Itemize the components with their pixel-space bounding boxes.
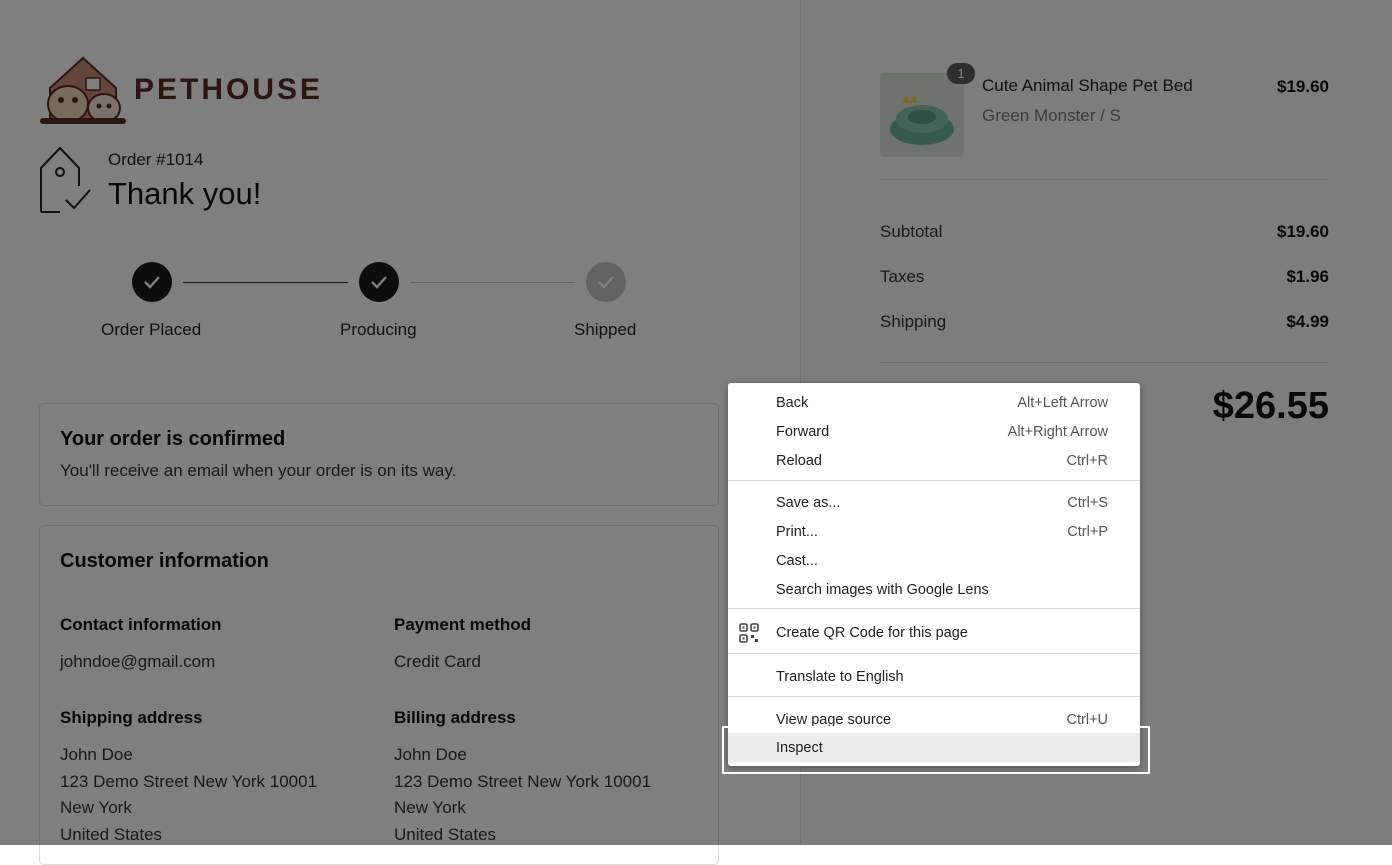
menu-item-inspect[interactable]: Inspect <box>728 733 1140 762</box>
menu-item-label: View page source <box>776 711 892 728</box>
menu-item-label: Translate to English <box>776 668 904 685</box>
menu-item-translate[interactable]: Translate to English <box>728 662 1140 691</box>
menu-item-print[interactable]: Print... Ctrl+P <box>728 517 1140 546</box>
menu-item-label: Create QR Code for this page <box>776 624 968 641</box>
menu-item-label: Reload <box>776 452 822 469</box>
qr-code-icon <box>739 622 759 643</box>
menu-item-label: Save as... <box>776 494 841 511</box>
menu-item-save-as[interactable]: Save as... Ctrl+S <box>728 488 1140 517</box>
menu-item-label: Back <box>776 394 809 411</box>
menu-item-label: Cast... <box>776 552 818 569</box>
menu-separator <box>728 608 1140 609</box>
menu-separator <box>728 480 1140 481</box>
menu-item-back[interactable]: Back Alt+Left Arrow <box>728 388 1140 417</box>
menu-item-shortcut: Alt+Right Arrow <box>1007 423 1108 440</box>
menu-item-shortcut: Alt+Left Arrow <box>1017 394 1108 411</box>
menu-item-view-page-source[interactable]: View page source Ctrl+U <box>728 705 1140 734</box>
browser-context-menu: Back Alt+Left Arrow Forward Alt+Right Ar… <box>728 383 1140 766</box>
menu-item-shortcut: Ctrl+P <box>1067 523 1108 540</box>
menu-item-shortcut: Ctrl+U <box>1066 711 1109 728</box>
menu-separator <box>728 696 1140 697</box>
menu-item-shortcut: Ctrl+R <box>1066 452 1109 469</box>
menu-separator <box>728 653 1140 654</box>
menu-item-label: Search images with Google Lens <box>776 581 989 598</box>
menu-item-google-lens[interactable]: Search images with Google Lens <box>728 575 1140 604</box>
menu-item-cast[interactable]: Cast... <box>728 546 1140 575</box>
menu-item-forward[interactable]: Forward Alt+Right Arrow <box>728 417 1140 446</box>
menu-item-label: Forward <box>776 423 830 440</box>
menu-item-create-qr-code[interactable]: Create QR Code for this page <box>728 618 1140 647</box>
menu-item-shortcut: Ctrl+S <box>1067 494 1108 511</box>
menu-item-reload[interactable]: Reload Ctrl+R <box>728 446 1140 475</box>
menu-item-label: Print... <box>776 523 818 540</box>
menu-item-label: Inspect <box>776 739 823 756</box>
dim-overlay <box>0 0 1392 845</box>
